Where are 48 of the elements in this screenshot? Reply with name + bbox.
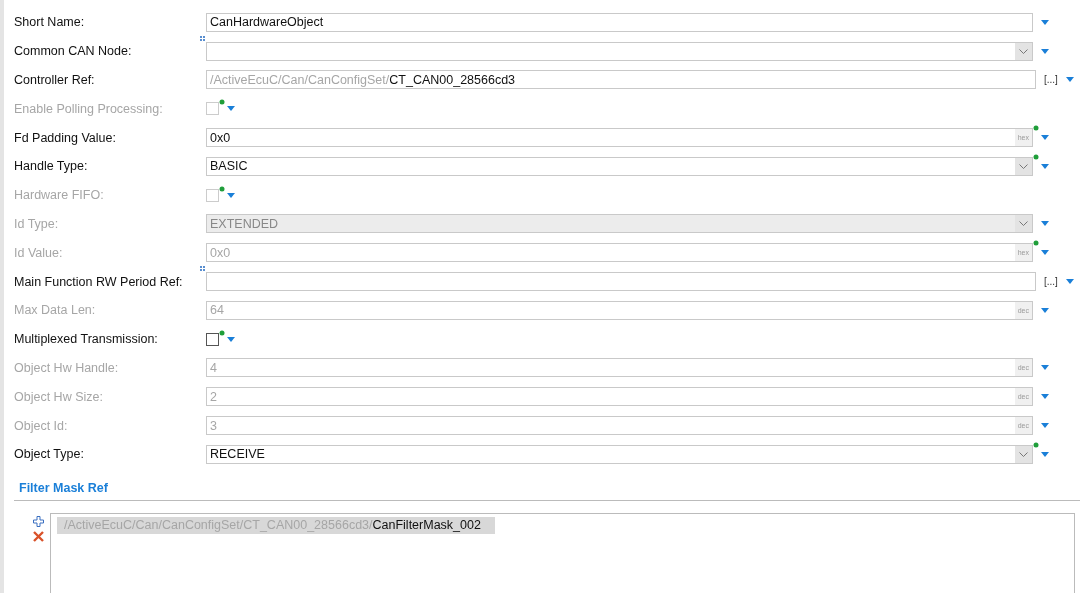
dropdown-arrow-icon[interactable] <box>1041 451 1049 457</box>
browse-button[interactable]: [...] <box>1044 276 1058 288</box>
field-label: Main Function RW Period Ref: <box>13 274 184 289</box>
chevron-down-icon[interactable] <box>1019 451 1028 457</box>
dropdown-arrow-icon[interactable] <box>1041 221 1049 227</box>
dropdown-field[interactable]: BASIC <box>206 156 1033 176</box>
chevron-down-icon[interactable] <box>1019 48 1028 54</box>
add-icon[interactable] <box>33 515 44 527</box>
chevron-down-icon[interactable] <box>1019 163 1028 169</box>
dropdown-arrow-icon[interactable] <box>227 336 235 342</box>
field-label: Id Value: <box>13 245 64 260</box>
dropdown-field[interactable]: RECEIVE <box>206 444 1033 464</box>
dropdown-arrow-icon[interactable] <box>1041 365 1049 371</box>
dropdown-arrow-icon[interactable] <box>1041 135 1049 141</box>
browse-button[interactable]: [...] <box>1044 74 1058 86</box>
dropdown-arrow-icon[interactable] <box>1041 394 1049 400</box>
dropdown-arrow-icon[interactable] <box>1065 279 1074 285</box>
delete-icon[interactable] <box>33 530 44 542</box>
field-label: Short Name: <box>13 15 86 30</box>
text-field[interactable]: CanHardwareObject <box>206 12 1033 32</box>
field-label: Common CAN Node: <box>13 44 133 59</box>
field-label: Handle Type: <box>13 159 89 174</box>
section-title: Filter Mask Ref <box>19 480 108 495</box>
checkbox[interactable] <box>206 332 219 346</box>
dropdown-arrow-icon[interactable] <box>1065 77 1074 83</box>
dropdown-arrow-icon[interactable] <box>1041 307 1049 313</box>
dropdown-arrow-icon[interactable] <box>1041 48 1049 54</box>
dropdown-field[interactable] <box>206 41 1033 61</box>
dropdown-arrow-icon[interactable] <box>1041 250 1049 256</box>
field-label: Fd Padding Value: <box>13 130 117 145</box>
field-label: Hardware FIFO: <box>13 188 105 203</box>
field-label: Object Hw Size: <box>13 389 104 404</box>
field-label: Object Hw Handle: <box>13 360 120 375</box>
reference-field[interactable] <box>206 272 1036 292</box>
dropdown-arrow-icon[interactable] <box>1041 423 1049 429</box>
reference-field[interactable]: /ActiveEcuC/Can/CanConfigSet/CT_CAN00_28566cd3 <box>206 70 1036 90</box>
reference-item[interactable]: /ActiveEcuC/Can/CanConfigSet/CT_CAN00_28566cd3/CanFilterMask_002 <box>57 516 495 534</box>
field-label: Controller Ref: <box>13 73 96 87</box>
field-label: Object Type: <box>13 447 85 462</box>
dropdown-arrow-icon[interactable] <box>227 106 235 112</box>
field-label: Id Type: <box>13 216 60 231</box>
field-label: Multiplexed Transmission: <box>13 332 159 347</box>
dropdown-arrow-icon[interactable] <box>227 192 235 198</box>
dropdown-arrow-icon[interactable] <box>1041 163 1049 169</box>
dropdown-arrow-icon[interactable] <box>1041 19 1049 25</box>
field-label: Object Id: <box>13 418 69 433</box>
field-label: Enable Polling Processing: <box>13 101 164 116</box>
field-label: Max Data Len: <box>13 303 97 318</box>
